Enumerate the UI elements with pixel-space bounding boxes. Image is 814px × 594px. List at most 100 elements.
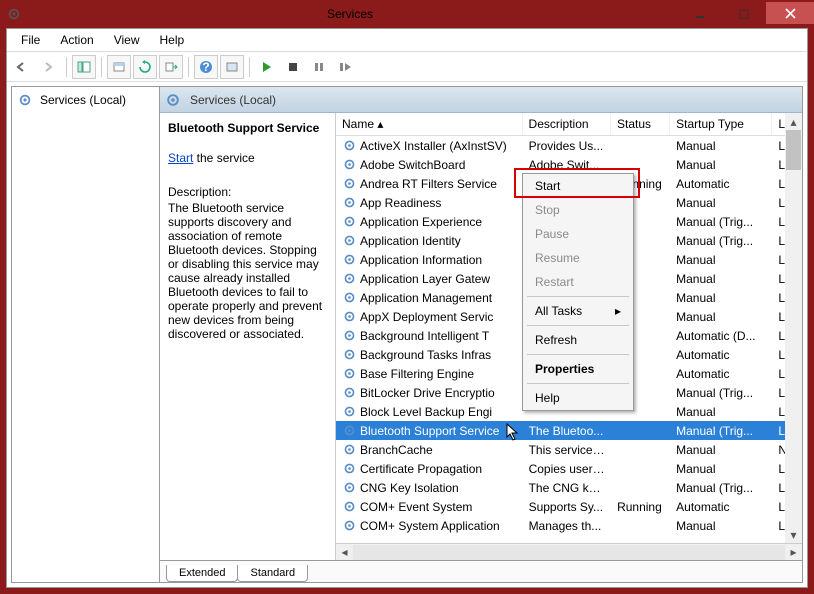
scroll-up-icon[interactable]: ▴ <box>785 113 802 130</box>
ctx-properties[interactable]: Properties <box>523 357 633 381</box>
service-status <box>611 145 670 147</box>
menu-action[interactable]: Action <box>50 31 103 49</box>
ctx-start[interactable]: Start <box>523 174 633 198</box>
scroll-down-icon[interactable]: ▾ <box>785 526 802 543</box>
refresh-button[interactable] <box>133 55 157 79</box>
horizontal-scrollbar[interactable]: ◂ ▸ <box>336 543 802 560</box>
tab-standard[interactable]: Standard <box>237 565 308 582</box>
back-button[interactable] <box>11 55 35 79</box>
ctx-all-tasks[interactable]: All Tasks▸ <box>523 299 633 323</box>
service-startup: Manual (Trig... <box>670 233 772 249</box>
gear-icon <box>342 291 356 305</box>
service-row[interactable]: Adobe SwitchBoardAdobe Swit...ManualLoc <box>336 155 802 174</box>
chevron-right-icon: ▸ <box>615 304 621 318</box>
info-pane: Bluetooth Support Service Start the serv… <box>160 113 336 560</box>
gear-icon <box>166 93 180 107</box>
tree-node-services-local[interactable]: Services (Local) <box>16 91 155 109</box>
service-desc: The Bluetoo... <box>523 423 612 439</box>
service-desc: Manages th... <box>523 518 612 534</box>
service-row[interactable]: COM+ System ApplicationManages th...Manu… <box>336 516 802 535</box>
dialog-button[interactable] <box>220 55 244 79</box>
ctx-restart: Restart <box>523 270 633 294</box>
gear-icon <box>342 424 356 438</box>
service-status <box>611 525 670 527</box>
service-startup: Manual <box>670 138 772 154</box>
pause-service-button[interactable] <box>307 55 331 79</box>
gear-icon <box>342 481 356 495</box>
menu-file[interactable]: File <box>11 31 50 49</box>
gear-icon <box>6 6 22 22</box>
col-startup-type[interactable]: Startup Type <box>670 113 772 135</box>
gear-icon <box>342 253 356 267</box>
close-button[interactable] <box>766 2 814 24</box>
service-name: COM+ System Application <box>360 519 500 533</box>
ctx-stop: Stop <box>523 198 633 222</box>
service-startup: Manual (Trig... <box>670 214 772 230</box>
col-status[interactable]: Status <box>611 113 670 135</box>
vertical-scrollbar[interactable]: ▴ ▾ <box>785 113 802 543</box>
service-name: Bluetooth Support Service <box>360 424 499 438</box>
stop-service-button[interactable] <box>281 55 305 79</box>
help-button[interactable]: ? <box>194 55 218 79</box>
minimize-button[interactable] <box>678 2 722 26</box>
menu-view[interactable]: View <box>104 31 150 49</box>
service-row[interactable]: Certificate PropagationCopies user ...Ma… <box>336 459 802 478</box>
maximize-button[interactable] <box>722 2 766 26</box>
service-name: ActiveX Installer (AxInstSV) <box>360 139 507 153</box>
show-hide-tree-button[interactable] <box>72 55 96 79</box>
start-link[interactable]: Start <box>168 151 193 165</box>
sort-asc-icon: ▴ <box>377 117 383 131</box>
service-desc: Provides Us... <box>523 138 612 154</box>
scroll-left-icon[interactable]: ◂ <box>336 544 353 561</box>
header-title: Services (Local) <box>190 93 276 107</box>
ctx-resume: Resume <box>523 246 633 270</box>
service-row[interactable]: BranchCacheThis service ...ManualNet <box>336 440 802 459</box>
service-desc: Supports Sy... <box>523 499 612 515</box>
ctx-help[interactable]: Help <box>523 386 633 410</box>
service-status: Running <box>611 499 670 515</box>
gear-icon <box>342 234 356 248</box>
forward-button[interactable] <box>37 55 61 79</box>
ctx-refresh[interactable]: Refresh <box>523 328 633 352</box>
toolbar: ? <box>7 52 807 82</box>
description-text: The Bluetooth service supports discovery… <box>168 201 327 341</box>
service-startup: Automatic <box>670 176 772 192</box>
gear-icon <box>342 215 356 229</box>
gear-icon <box>342 272 356 286</box>
col-description[interactable]: Description <box>523 113 612 135</box>
start-service-button[interactable] <box>255 55 279 79</box>
gear-icon <box>342 405 356 419</box>
service-status <box>611 164 670 166</box>
service-desc: Adobe Swit... <box>523 157 612 173</box>
tree-node-label: Services (Local) <box>40 93 126 107</box>
service-row[interactable]: Bluetooth Support ServiceThe Bluetoo...M… <box>336 421 802 440</box>
service-name: COM+ Event System <box>360 500 472 514</box>
gear-icon <box>342 310 356 324</box>
col-name[interactable]: Name ▴ <box>336 113 523 135</box>
gear-icon <box>342 519 356 533</box>
service-startup: Automatic (D... <box>670 328 772 344</box>
service-startup: Automatic <box>670 499 772 515</box>
start-link-suffix: the service <box>193 151 254 165</box>
properties-button[interactable] <box>107 55 131 79</box>
menu-help[interactable]: Help <box>150 31 195 49</box>
gear-icon <box>342 329 356 343</box>
gear-icon <box>342 196 356 210</box>
service-name: Adobe SwitchBoard <box>360 158 465 172</box>
service-row[interactable]: COM+ Event System Supports Sy...RunningAu… <box>336 497 802 516</box>
service-startup: Manual <box>670 309 772 325</box>
service-row[interactable]: ActiveX Installer (AxInstSV) Provides Us.… <box>336 136 802 155</box>
service-status <box>611 468 670 470</box>
service-name: CNG Key Isolation <box>360 481 459 495</box>
scroll-right-icon[interactable]: ▸ <box>785 544 802 561</box>
gear-icon <box>342 177 356 191</box>
gear-icon <box>342 158 356 172</box>
tab-extended[interactable]: Extended <box>166 565 238 582</box>
service-row[interactable]: CNG Key IsolationThe CNG ke...Manual (Tr… <box>336 478 802 497</box>
gear-icon <box>342 462 356 476</box>
restart-service-button[interactable] <box>333 55 357 79</box>
service-status <box>611 487 670 489</box>
description-label: Description: <box>168 185 327 199</box>
service-startup: Manual <box>670 404 772 420</box>
export-button[interactable] <box>159 55 183 79</box>
